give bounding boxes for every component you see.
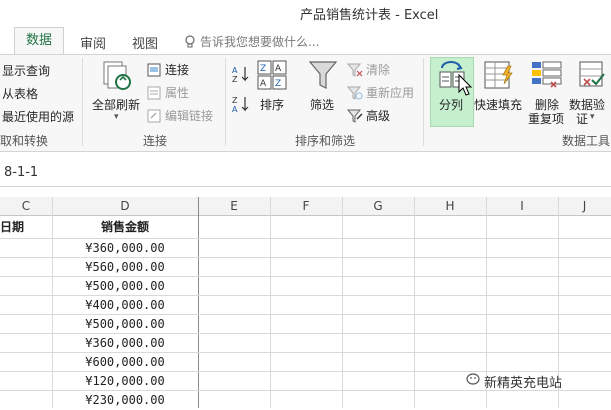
clear-button[interactable]: 清除 bbox=[366, 61, 390, 78]
cell-sales-amount[interactable]: ¥560,000.00 bbox=[52, 257, 198, 277]
grid-column-line bbox=[414, 197, 415, 408]
refresh-all-icon[interactable] bbox=[102, 60, 132, 96]
properties-button[interactable]: 属性 bbox=[165, 84, 189, 101]
filter-funnel-icon[interactable] bbox=[308, 60, 338, 96]
wechat-icon bbox=[466, 372, 482, 392]
reapply-icon bbox=[346, 85, 363, 104]
formula-bar[interactable] bbox=[0, 158, 611, 187]
column-header-i[interactable]: I bbox=[486, 197, 558, 215]
column-header-g[interactable]: G bbox=[342, 197, 414, 215]
tab-review[interactable]: 审阅 bbox=[80, 33, 106, 52]
svg-text:A: A bbox=[260, 79, 267, 89]
sort-button[interactable]: 排序 bbox=[260, 96, 284, 113]
sort-za-icon[interactable]: ZA bbox=[232, 94, 250, 118]
remove-duplicates-label-2[interactable]: 重复项 bbox=[528, 110, 564, 127]
svg-text:Z: Z bbox=[275, 79, 281, 89]
edit-links-icon bbox=[147, 108, 161, 127]
window-title: 产品销售统计表 - Excel bbox=[300, 8, 439, 23]
cell-sales-amount[interactable]: ¥360,000.00 bbox=[52, 333, 198, 353]
svg-text:Z: Z bbox=[260, 64, 266, 74]
flash-fill-icon[interactable] bbox=[484, 60, 516, 94]
ribbon-divider bbox=[423, 58, 424, 146]
group-label-connections: 连接 bbox=[143, 134, 168, 148]
group-label-data-tools: 数据工具 bbox=[562, 134, 611, 148]
column-header-c[interactable]: C bbox=[0, 197, 52, 215]
cell-sales-amount[interactable]: ¥500,000.00 bbox=[52, 314, 198, 334]
svg-text:A: A bbox=[275, 64, 282, 74]
chevron-down-icon[interactable]: ▾ bbox=[114, 112, 119, 122]
connections-icon bbox=[147, 62, 161, 81]
cell-sales-amount[interactable]: ¥230,000.00 bbox=[52, 390, 198, 410]
tell-me-search[interactable]: 告诉我您想要做什么... bbox=[200, 33, 319, 50]
group-label-get-transform: 取和转换 bbox=[0, 134, 49, 148]
grid-column-line bbox=[198, 197, 199, 408]
column-header-e[interactable]: E bbox=[198, 197, 270, 215]
formula-bar-value: 8-1-1 bbox=[4, 165, 39, 180]
ribbon-divider bbox=[225, 58, 226, 146]
edit-links-button[interactable]: 编辑链接 bbox=[165, 107, 213, 124]
recent-sources-button[interactable]: 最近使用的源 bbox=[2, 108, 74, 125]
group-label-sort-filter: 排序和筛选 bbox=[295, 134, 356, 148]
connections-button[interactable]: 连接 bbox=[165, 61, 189, 78]
lightbulb-icon bbox=[184, 34, 196, 53]
cell-sales-amount[interactable]: ¥360,000.00 bbox=[52, 238, 198, 258]
text-to-columns-button[interactable]: 分列 bbox=[439, 96, 463, 113]
refresh-all-button[interactable]: 全部刷新 bbox=[92, 96, 140, 113]
tab-data[interactable]: 数据 bbox=[14, 27, 64, 55]
sort-icon[interactable]: ZAAZ bbox=[257, 60, 287, 94]
cell-sales-amount[interactable]: ¥400,000.00 bbox=[52, 295, 198, 315]
advanced-filter-icon bbox=[346, 108, 363, 127]
svg-text:Z: Z bbox=[232, 96, 238, 105]
remove-duplicates-icon[interactable] bbox=[531, 60, 563, 94]
advanced-button[interactable]: 高级 bbox=[366, 107, 390, 124]
column-header-j[interactable]: J bbox=[558, 197, 611, 215]
sort-az-icon[interactable]: AZ bbox=[232, 64, 250, 88]
data-validation-icon[interactable] bbox=[578, 60, 608, 94]
column-header-f[interactable]: F bbox=[270, 197, 342, 215]
properties-icon bbox=[147, 85, 161, 104]
cell-sales-amount[interactable]: ¥120,000.00 bbox=[52, 371, 198, 391]
column-header-d[interactable]: D bbox=[52, 197, 198, 215]
flash-fill-button[interactable]: 快速填充 bbox=[474, 96, 522, 113]
show-queries-button[interactable]: 显示查询 bbox=[2, 62, 50, 79]
svg-text:Z: Z bbox=[232, 75, 238, 84]
filter-button[interactable]: 筛选 bbox=[310, 96, 334, 113]
cell-sales-amount[interactable]: ¥500,000.00 bbox=[52, 276, 198, 296]
chevron-down-icon[interactable]: ▾ bbox=[590, 112, 595, 122]
ribbon-divider bbox=[82, 58, 83, 146]
watermark-text: 新精英充电站 bbox=[484, 376, 563, 391]
data-validation-label-2[interactable]: 证 bbox=[576, 110, 588, 127]
svg-text:A: A bbox=[232, 66, 238, 75]
tab-view[interactable]: 视图 bbox=[132, 33, 158, 52]
cell-d-header-sales-amount[interactable]: 销售金额 bbox=[52, 216, 198, 238]
cell-sales-amount[interactable]: ¥600,000.00 bbox=[52, 352, 198, 372]
clear-filter-icon bbox=[346, 62, 363, 81]
from-table-button[interactable]: 从表格 bbox=[2, 85, 38, 102]
grid-column-line bbox=[270, 197, 271, 408]
column-header-h[interactable]: H bbox=[414, 197, 486, 215]
grid-column-line bbox=[342, 197, 343, 408]
reapply-button[interactable]: 重新应用 bbox=[366, 84, 414, 101]
svg-text:A: A bbox=[232, 105, 238, 114]
cell-c-header-date[interactable]: 日期 bbox=[0, 216, 24, 238]
